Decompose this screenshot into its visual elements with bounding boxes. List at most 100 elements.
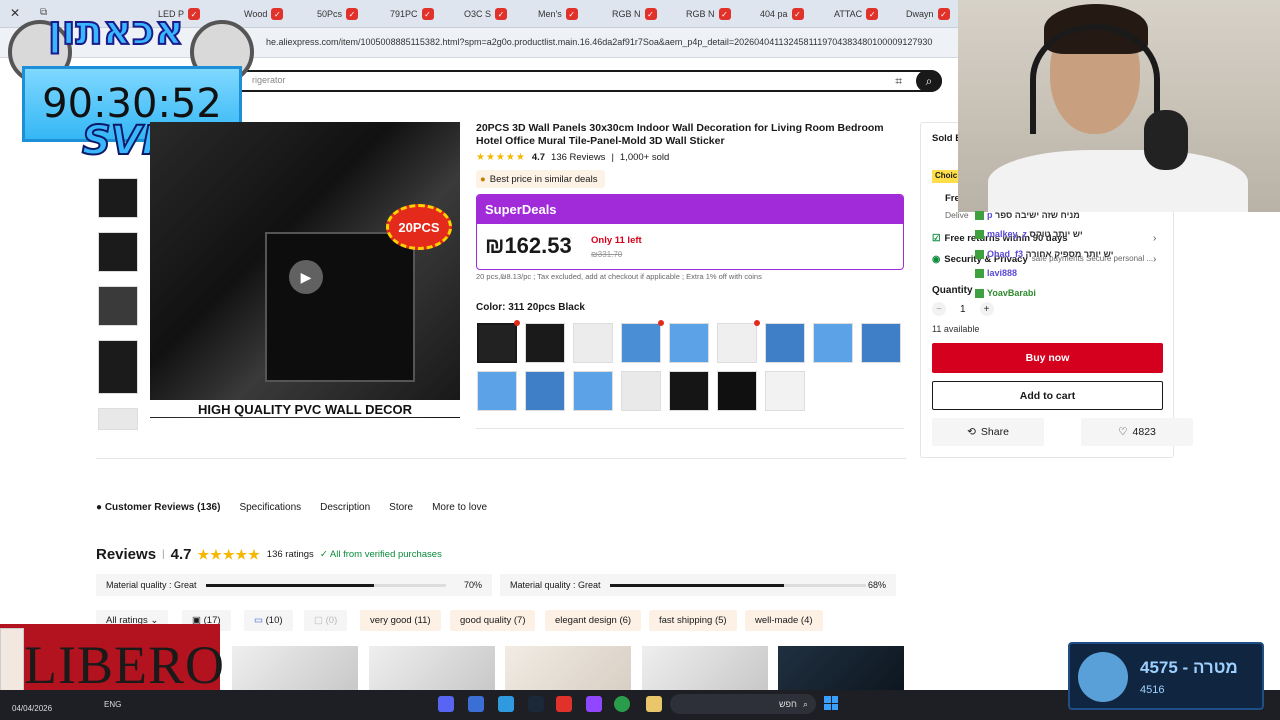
aliexpress-icon: ✓ bbox=[565, 8, 578, 20]
product-main-image[interactable]: ▶ 20PCS bbox=[150, 122, 460, 418]
perfume-bottle-image bbox=[0, 628, 24, 692]
color-swatch[interactable] bbox=[525, 371, 565, 411]
color-swatch[interactable] bbox=[765, 323, 805, 363]
wishlist-button[interactable]: ♡ 4823 bbox=[1081, 418, 1193, 446]
divider bbox=[96, 458, 906, 459]
color-swatch[interactable] bbox=[573, 323, 613, 363]
steam-icon[interactable] bbox=[528, 696, 544, 712]
divider bbox=[476, 428, 904, 429]
color-swatch[interactable] bbox=[813, 323, 853, 363]
available-count: 11 available bbox=[932, 324, 980, 334]
tab-label: RGB N bbox=[612, 9, 641, 19]
browser-tab[interactable]: 404 pa ✓ bbox=[760, 4, 804, 24]
gallery-thumbnail[interactable] bbox=[98, 286, 138, 326]
quantity-value[interactable]: 1 bbox=[960, 304, 966, 315]
filter-tag[interactable]: well-made (4) bbox=[745, 610, 823, 631]
filter-comments[interactable]: ▢ (0) bbox=[304, 610, 348, 631]
notes-icon[interactable] bbox=[498, 696, 514, 712]
sponsor-logo: LIBERO bbox=[24, 635, 225, 695]
gallery-thumbnail[interactable] bbox=[98, 232, 138, 272]
gallery-thumbnail[interactable] bbox=[98, 408, 138, 430]
decrement-button[interactable]: − bbox=[932, 302, 946, 316]
chevron-right-icon[interactable]: › bbox=[1153, 254, 1156, 265]
color-swatch[interactable] bbox=[717, 371, 757, 411]
url-text[interactable]: he.aliexpress.com/item/1005008885115382.… bbox=[266, 37, 932, 47]
color-swatch[interactable] bbox=[477, 323, 517, 363]
browser-tab[interactable]: Men's ✓ bbox=[538, 4, 578, 24]
hot-dot-icon bbox=[754, 320, 760, 326]
buy-now-button[interactable]: Buy now bbox=[932, 343, 1163, 373]
gallery-thumbnail[interactable] bbox=[98, 178, 138, 218]
review-count-link[interactable]: 136 Reviews bbox=[551, 152, 605, 163]
goal-avatar bbox=[1078, 652, 1128, 702]
tab-store[interactable]: Store bbox=[389, 502, 413, 513]
add-to-cart-button[interactable]: Add to cart bbox=[932, 381, 1163, 410]
discord-icon[interactable] bbox=[438, 696, 454, 712]
chip-label: (10) bbox=[265, 615, 283, 626]
review-image[interactable] bbox=[505, 646, 631, 690]
color-swatch[interactable] bbox=[765, 371, 805, 411]
search-input[interactable]: rigerator ⌗ ⌕ bbox=[230, 70, 942, 92]
language-indicator[interactable]: ENG bbox=[104, 700, 121, 709]
hot-dot-icon bbox=[658, 320, 664, 326]
color-swatch[interactable] bbox=[861, 323, 901, 363]
browser-tab[interactable]: 791PC ✓ bbox=[390, 4, 434, 24]
tab-description[interactable]: Description bbox=[320, 502, 370, 513]
folder-icon[interactable] bbox=[646, 696, 662, 712]
chevron-right-icon[interactable]: › bbox=[1153, 233, 1156, 244]
share-button[interactable]: ⟲ Share bbox=[932, 418, 1044, 446]
filter-tag[interactable]: elegant design (6) bbox=[545, 610, 642, 631]
chat-message: p מניח שזה ישיבה ספר bbox=[975, 210, 1080, 221]
tab-specifications[interactable]: Specifications bbox=[239, 502, 301, 513]
review-image[interactable] bbox=[642, 646, 768, 690]
gallery-thumbnail[interactable] bbox=[98, 340, 138, 394]
windows-start-icon[interactable] bbox=[824, 696, 838, 710]
browser-tab[interactable]: Dwayn ✓ bbox=[906, 4, 950, 24]
review-image[interactable] bbox=[232, 646, 358, 690]
review-image[interactable] bbox=[369, 646, 495, 690]
chat-message: lavi888 bbox=[975, 268, 1017, 279]
browser-tab[interactable]: O3C S ✓ bbox=[464, 4, 508, 24]
color-swatch[interactable] bbox=[573, 371, 613, 411]
color-swatch[interactable] bbox=[525, 323, 565, 363]
tab-label: 50Pcs bbox=[317, 9, 343, 19]
rating-stars-icon: ★★★★★ bbox=[197, 546, 261, 562]
color-swatch[interactable] bbox=[717, 323, 757, 363]
quantity-stepper[interactable]: − 1 + bbox=[932, 302, 994, 316]
taskbar-search-text: חפש bbox=[778, 699, 797, 709]
browser-tab[interactable]: 50Pcs ✓ bbox=[317, 4, 359, 24]
browser-tab[interactable]: RGB N ✓ bbox=[686, 4, 731, 24]
search-button[interactable]: ⌕ bbox=[916, 70, 942, 92]
chat-user: malkey_z bbox=[987, 229, 1028, 239]
app-icon[interactable] bbox=[556, 696, 572, 712]
color-swatch[interactable] bbox=[621, 371, 661, 411]
twitch-icon[interactable] bbox=[586, 696, 602, 712]
increment-button[interactable]: + bbox=[979, 302, 994, 316]
filter-tag[interactable]: very good (11) bbox=[360, 610, 441, 631]
calculator-icon[interactable] bbox=[468, 696, 484, 712]
filter-tag[interactable]: good quality (7) bbox=[450, 610, 536, 631]
browser-tab[interactable]: RGB N ✓ bbox=[612, 4, 657, 24]
aliexpress-icon: ✓ bbox=[718, 8, 731, 20]
camera-search-icon[interactable]: ⌗ bbox=[895, 74, 902, 89]
taskbar-search[interactable]: חפש ⌕ bbox=[670, 694, 816, 714]
tab-label: 791PC bbox=[390, 9, 418, 19]
tab-more-to-love[interactable]: More to love bbox=[432, 502, 487, 513]
badge-icon bbox=[975, 269, 984, 279]
color-swatch[interactable] bbox=[669, 323, 709, 363]
play-video-icon[interactable]: ▶ bbox=[289, 260, 323, 294]
filter-country[interactable]: ▭ (10) bbox=[244, 610, 293, 631]
filter-tag[interactable]: fast shipping (5) bbox=[649, 610, 737, 631]
review-image[interactable] bbox=[778, 646, 904, 690]
separator: | bbox=[162, 549, 165, 560]
browser-tab[interactable]: ATTAC ✓ bbox=[834, 4, 879, 24]
streamer-shirt bbox=[988, 150, 1248, 212]
chrome-icon[interactable] bbox=[614, 696, 630, 712]
microphone-icon bbox=[1144, 110, 1188, 170]
color-swatch[interactable] bbox=[621, 323, 661, 363]
rating-row[interactable]: ★★★★★ 4.7 136 Reviews | 1,000+ sold bbox=[476, 152, 669, 163]
verified-text: All from verified purchases bbox=[329, 549, 442, 560]
tab-customer-reviews[interactable]: ● Customer Reviews (136) bbox=[96, 502, 220, 513]
color-swatch[interactable] bbox=[669, 371, 709, 411]
color-swatch[interactable] bbox=[477, 371, 517, 411]
